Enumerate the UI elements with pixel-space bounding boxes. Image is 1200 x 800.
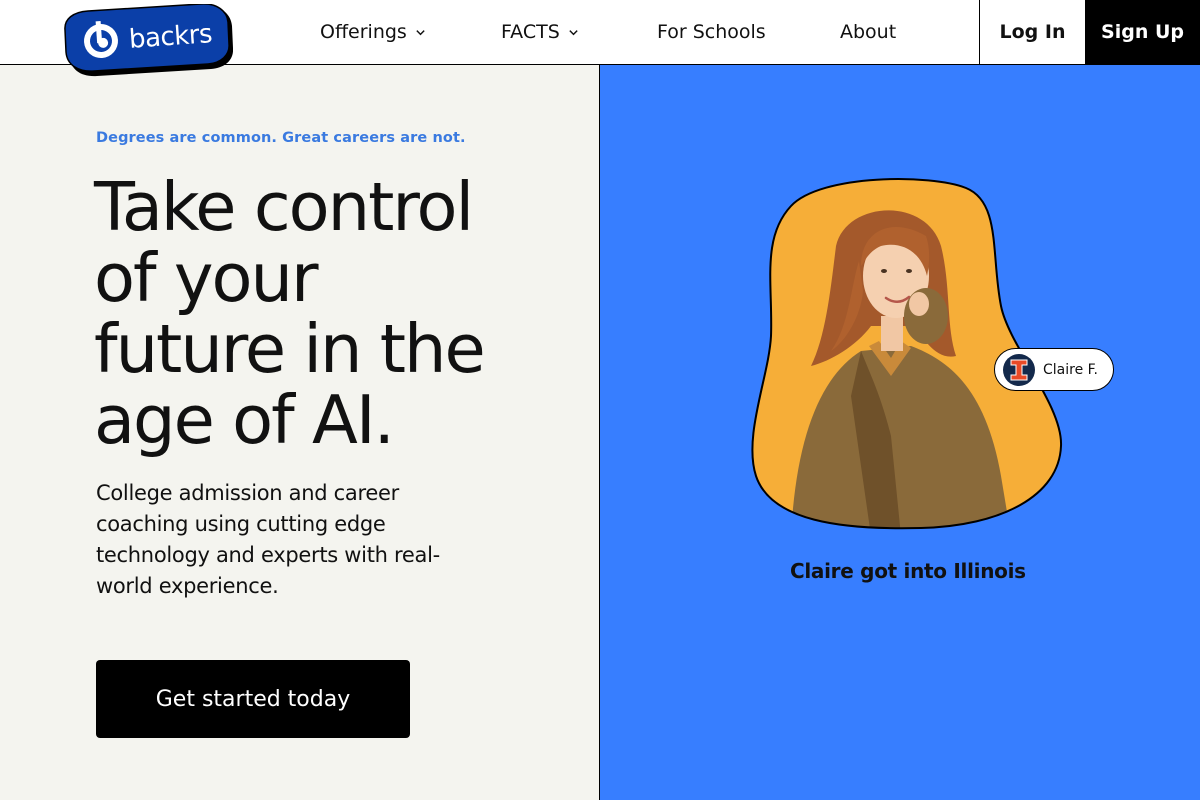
headline-line: Take control (94, 168, 474, 246)
testimonial-caption: Claire got into Illinois (790, 559, 1026, 583)
nav-about-label: About (840, 21, 897, 43)
nav-offerings-label: Offerings (320, 21, 407, 43)
chevron-down-icon (569, 29, 578, 35)
nav-for-schools-label: For Schools (657, 21, 766, 43)
brand-logo[interactable]: backrs (63, 3, 234, 78)
headline-line: age of AI. (94, 381, 395, 459)
badge-student-name: Claire F. (1043, 361, 1098, 378)
nav-offerings[interactable]: Offerings (320, 0, 426, 64)
login-button[interactable]: Log In (979, 0, 1085, 64)
hero-subtext: College admission and career coaching us… (96, 481, 440, 598)
headline-line: of your (94, 239, 319, 317)
headline-line: future in the (94, 310, 486, 388)
chevron-down-icon (416, 29, 425, 35)
illinois-logo-icon (1003, 353, 1035, 386)
hero-tagline: Degrees are common. Great careers are no… (96, 130, 466, 146)
nav-for-schools[interactable]: For Schools (657, 0, 766, 64)
hero-headline: Take control of your future in the age o… (94, 172, 574, 456)
signup-button[interactable]: Sign Up (1085, 0, 1200, 64)
get-started-button[interactable]: Get started today (96, 660, 410, 738)
nav-facts[interactable]: FACTS (501, 0, 579, 64)
nav-facts-label: FACTS (501, 21, 560, 43)
nav-about[interactable]: About (840, 0, 896, 64)
brand-name: backrs (128, 19, 213, 55)
student-badge: Claire F. (994, 348, 1114, 391)
